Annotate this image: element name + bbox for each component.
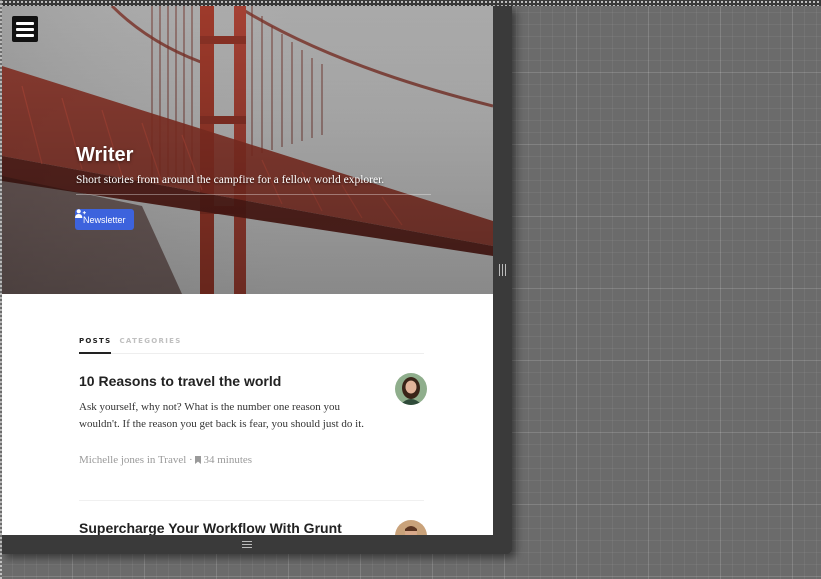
height-resize-grip[interactable] [242,540,252,548]
post-title[interactable]: Supercharge Your Workflow With Grunt [79,520,429,535]
post-author-link[interactable]: Michelle jones [79,454,144,466]
post-card: Supercharge Your Workflow With Grunt [79,520,429,535]
author-avatar[interactable] [395,373,427,405]
site-title: Writer [76,144,134,166]
post-category-link[interactable]: Travel [158,454,186,466]
post-meta-in: in [146,454,156,466]
newsletter-button[interactable]: Newsletter [75,209,134,230]
hero-banner: Writer Short stories from around the cam… [2,6,493,294]
user-plus-icon [75,209,86,218]
resize-handle-bottom [2,535,512,554]
post-title[interactable]: 10 Reasons to travel the world [79,373,429,389]
hamburger-menu-icon[interactable] [12,16,38,42]
page-viewport[interactable]: Writer Short stories from around the cam… [2,6,493,535]
post-divider [79,500,424,501]
post-card: 10 Reasons to travel the world Ask yours… [79,373,429,466]
site-tagline: Short stories from around the campfire f… [76,174,431,195]
post-read-time: 34 minutes [203,454,253,466]
newsletter-label: Newsletter [83,214,126,225]
bookmark-icon [195,456,202,464]
content-tabs: POSTS CATEGORIES [79,337,424,354]
tab-posts[interactable]: POSTS [79,337,112,354]
width-resize-grip[interactable] [498,264,506,276]
post-meta-separator: · [189,454,193,466]
post-meta: Michelle jones in Travel · 34 minutes [79,454,429,466]
post-excerpt: Ask yourself, why not? What is the numbe… [79,401,365,430]
responsive-device-frame: Writer Short stories from around the cam… [2,6,512,554]
tab-categories[interactable]: CATEGORIES [119,337,181,353]
